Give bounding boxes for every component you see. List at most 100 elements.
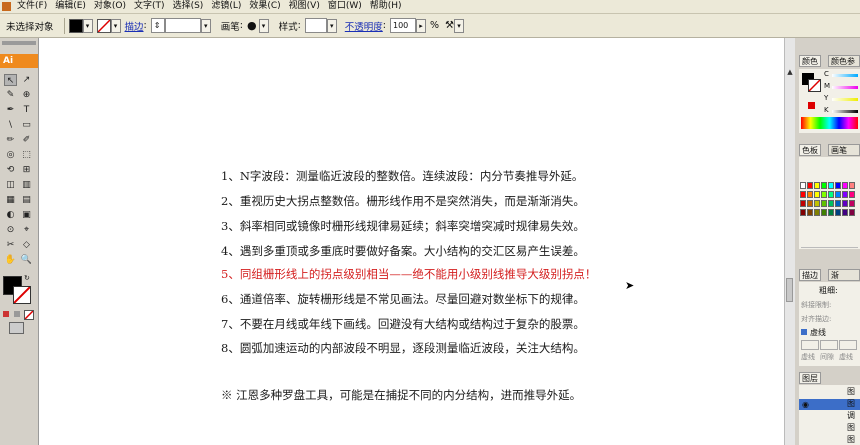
color-swatch[interactable] [814,200,820,207]
tool-18-icon[interactable]: ▤ [20,194,33,206]
menu-filter[interactable]: 滤镜(L) [207,0,245,13]
color-swatch[interactable] [842,209,848,216]
color-swatch[interactable] [821,191,827,198]
color-swatch[interactable] [807,200,813,207]
stroke-dropdown[interactable]: ▾ [110,18,121,33]
vertical-scrollbar[interactable]: ▲ [784,38,795,445]
tab-color[interactable]: 颜色 [799,55,821,67]
swap-fill-stroke-icon[interactable]: ↻ [24,274,30,282]
stroke-weight-stepper[interactable]: ⇕ [150,18,165,33]
stroke-weight-dropdown[interactable]: ▾ [200,18,211,33]
color-swatch[interactable] [814,191,820,198]
tool-24-icon[interactable]: ◇ [20,239,33,251]
menu-select[interactable]: 选择(S) [169,0,208,13]
layer-item-3[interactable]: 调 [847,410,855,421]
none-mode-icon[interactable] [24,310,34,320]
color-swatch[interactable] [835,182,841,189]
tool-23-icon[interactable]: ✂ [4,239,17,251]
menu-effect[interactable]: 效果(C) [245,0,284,13]
menu-file[interactable]: 文件(F) [13,0,51,13]
color-swatch[interactable] [800,191,806,198]
stroke-color-box[interactable] [13,286,31,304]
layer-item-1[interactable]: 图 [847,386,855,397]
scroll-thumb[interactable] [786,278,793,302]
color-swatch[interactable] [800,182,806,189]
opacity-input[interactable]: 100 [390,18,416,33]
color-swatch[interactable] [807,191,813,198]
opacity-dropdown[interactable]: ▸ [416,18,426,33]
tool-13-icon[interactable]: ⟲ [4,164,17,176]
dashed-checkbox[interactable] [801,329,807,335]
color-swatch[interactable] [835,200,841,207]
brush-dropdown[interactable]: ▾ [258,18,269,33]
tool-16-icon[interactable]: ▥ [20,179,33,191]
fill-dropdown[interactable]: ▾ [82,18,93,33]
menu-help[interactable]: 帮助(H) [366,0,406,13]
color-swatch[interactable] [835,191,841,198]
recolor-dropdown[interactable]: ▾ [454,18,464,33]
color-swatch[interactable] [828,191,834,198]
tool-22-icon[interactable]: ⌖ [20,224,33,236]
tool-20-icon[interactable]: ▣ [20,209,33,221]
color-spectrum[interactable] [801,117,858,129]
tool-1-icon[interactable]: ↖ [4,74,17,86]
tab-color-guide[interactable]: 颜色参 [828,55,860,67]
color-swatch[interactable] [828,209,834,216]
tool-19-icon[interactable]: ◐ [4,209,17,221]
color-mode-icon[interactable] [3,311,9,317]
eye-icon[interactable]: ◉ [802,400,809,409]
tab-stroke[interactable]: 描边 [799,269,821,281]
tool-26-icon[interactable]: 🔍 [20,254,33,266]
color-swatch[interactable] [807,209,813,216]
tool-3-icon[interactable]: ✎ [4,89,17,101]
layer-item-4[interactable]: 图 [847,422,855,433]
app-icon[interactable] [2,2,11,11]
style-dropdown[interactable]: ▾ [326,18,337,33]
color-swatch[interactable] [842,182,848,189]
k-slider[interactable] [832,110,858,113]
layer-item-5[interactable]: 图 [847,434,855,445]
m-slider[interactable] [832,86,858,89]
opacity-link[interactable]: 不透明度 [345,19,383,33]
stroke-link[interactable]: 描边 [125,19,144,33]
tool-12-icon[interactable]: ⬚ [20,149,33,161]
color-stroke-box[interactable] [808,79,821,92]
tool-6-icon[interactable]: T [20,104,33,116]
style-swatch[interactable] [304,18,327,33]
tab-brushes[interactable]: 画笔 [828,144,860,156]
recolor-icon[interactable]: ⚒ [445,20,454,31]
tool-25-icon[interactable]: ✋ [4,254,17,266]
color-swatch[interactable] [849,182,855,189]
menu-object[interactable]: 对象(O) [90,0,130,13]
tool-7-icon[interactable]: \ [4,119,17,131]
dash-field-1[interactable] [801,340,819,350]
tool-4-icon[interactable]: ⊕ [20,89,33,101]
scroll-up-icon[interactable]: ▲ [785,68,795,77]
color-swatch[interactable] [800,200,806,207]
color-swatch[interactable] [835,209,841,216]
color-swatch[interactable] [821,200,827,207]
tool-14-icon[interactable]: ⊞ [20,164,33,176]
tool-5-icon[interactable]: ✒ [4,104,17,116]
color-swatch[interactable] [821,209,827,216]
menu-edit[interactable]: 编辑(E) [51,0,90,13]
menu-view[interactable]: 视图(V) [285,0,324,13]
stroke-weight-input[interactable] [164,18,201,33]
color-swatch[interactable] [849,209,855,216]
c-slider[interactable] [832,74,858,77]
layer-item-2[interactable]: 图 [847,398,855,409]
menu-type[interactable]: 文字(T) [130,0,169,13]
tool-9-icon[interactable]: ✏ [4,134,17,146]
tool-15-icon[interactable]: ◫ [4,179,17,191]
color-swatch[interactable] [842,191,848,198]
color-swatch[interactable] [807,182,813,189]
gap-field-1[interactable] [820,340,838,350]
color-swatch[interactable] [828,182,834,189]
color-swatch[interactable] [842,200,848,207]
tool-11-icon[interactable]: ◎ [4,149,17,161]
gradient-mode-icon[interactable] [14,311,20,317]
toolbox-grip[interactable] [2,41,36,45]
y-slider[interactable] [832,98,858,101]
artboard[interactable]: 1、N字波段：测量临近波段的整数倍。连续波段：内分节奏推导外延。 2、重视历史大… [39,38,784,445]
stroke-swatch[interactable] [96,18,111,33]
